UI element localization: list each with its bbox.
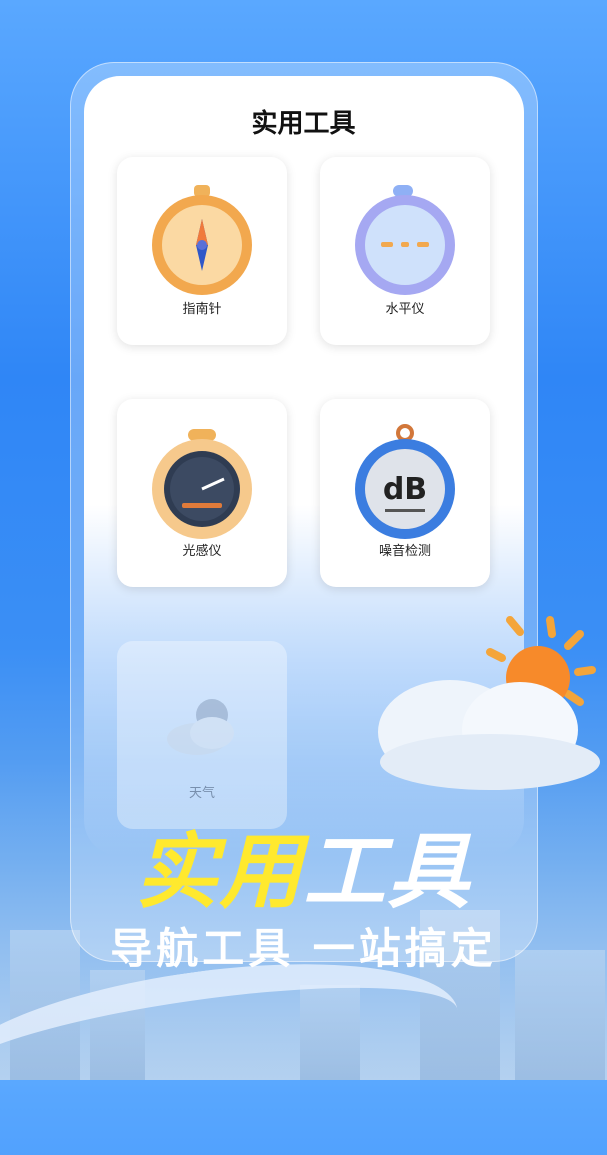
tool-label: 光感仪 (182, 544, 222, 559)
tool-label: 噪音检测 (378, 544, 431, 559)
tool-card-compass[interactable]: 指南针 (117, 157, 287, 345)
hero-subtitle: 导航工具 一站搞定 (110, 924, 497, 973)
noise-meter-icon: dB (355, 424, 455, 539)
tool-card-weather[interactable]: 天气 (117, 641, 287, 829)
tool-card-light-meter[interactable]: 光感仪 (117, 399, 287, 587)
db-text: dB (383, 472, 427, 507)
compass-icon (152, 185, 252, 295)
tool-label: 水平仪 (385, 302, 425, 317)
hero-title-rest: 工具 (303, 825, 472, 920)
level-icon (355, 185, 455, 295)
tool-card-noise-meter[interactable]: dB 噪音检测 (320, 399, 490, 587)
tool-label: 指南针 (182, 302, 222, 317)
tool-label: 天气 (188, 786, 215, 801)
weather-icon (167, 699, 234, 755)
light-meter-icon (152, 429, 252, 539)
hero-title-highlight: 实用 (135, 825, 304, 920)
page-title: 实用工具 (251, 109, 356, 139)
hero-title: 实用工具 (0, 805, 607, 924)
cloud-sun-icon (378, 616, 600, 790)
tool-card-level[interactable]: 水平仪 (320, 157, 490, 345)
